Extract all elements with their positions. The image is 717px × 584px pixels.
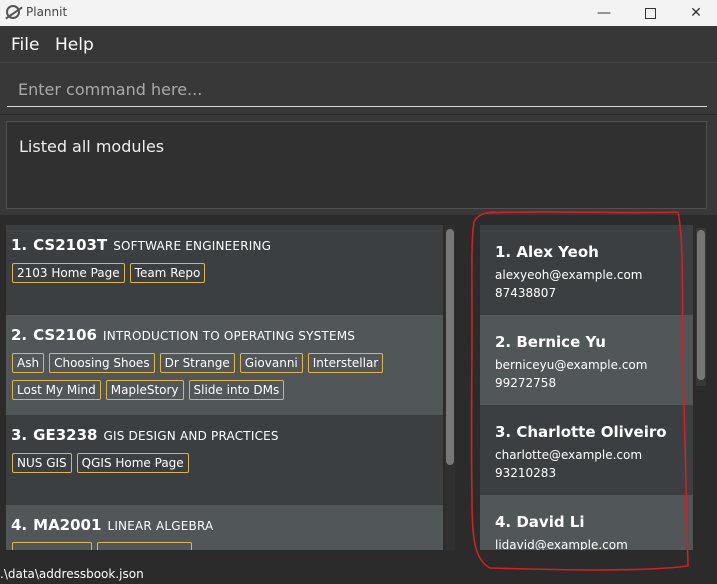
maximize-icon bbox=[644, 8, 656, 19]
module-list-scrollbar[interactable] bbox=[445, 225, 455, 550]
module-tag: 2103 Home Page bbox=[12, 263, 125, 283]
person-phone: 93210283 bbox=[495, 466, 557, 480]
person-card[interactable]: 4. David Li lidavid@example.com bbox=[480, 495, 693, 550]
result-display[interactable]: Listed all modules bbox=[6, 121, 707, 209]
module-title: 3. GE3238 GIS DESIGN AND PRACTICES bbox=[11, 425, 279, 444]
close-button[interactable]: ✕ bbox=[673, 0, 717, 26]
module-card[interactable]: 1. CS2103T SOFTWARE ENGINEERING 2103 Home … bbox=[6, 225, 443, 315]
module-tag: Giovanni bbox=[239, 353, 303, 373]
module-title: 1. CS2103T SOFTWARE ENGINEERING bbox=[11, 235, 271, 254]
list-area: 1. CS2103T SOFTWARE ENGINEERING 2103 Home … bbox=[0, 215, 717, 565]
module-card[interactable]: 2. CS2106 INTRODUCTION TO OPERATING SYSTEM… bbox=[6, 315, 443, 415]
module-code: CS2103T bbox=[33, 236, 108, 254]
module-tag: MapleStory bbox=[105, 380, 184, 400]
person-email: alexyeoh@example.com bbox=[495, 268, 643, 282]
result-display-area: Listed all modules bbox=[0, 115, 717, 215]
title-bar: Plannit — ✕ bbox=[0, 0, 717, 26]
module-code: MA2001 bbox=[33, 516, 102, 534]
person-name: 2. Bernice Yu bbox=[495, 333, 606, 351]
person-email: lidavid@example.com bbox=[495, 538, 628, 550]
module-index: 3. bbox=[11, 426, 28, 444]
module-tag bbox=[97, 542, 192, 550]
module-list[interactable]: 1. CS2103T SOFTWARE ENGINEERING 2103 Home … bbox=[6, 225, 443, 550]
person-card[interactable]: 3. Charlotte Oliveiro charlotte@example.… bbox=[480, 405, 693, 495]
module-index: 2. bbox=[11, 326, 28, 344]
person-card[interactable]: 2. Bernice Yu berniceyu@example.com 9927… bbox=[480, 315, 693, 405]
person-list-scrollbar[interactable] bbox=[696, 228, 706, 386]
person-email: berniceyu@example.com bbox=[495, 358, 648, 372]
person-card[interactable]: 1. Alex Yeoh alexyeoh@example.com 874388… bbox=[480, 225, 693, 315]
module-index: 4. bbox=[11, 516, 28, 534]
window-title: Plannit bbox=[26, 5, 68, 19]
module-title: 4. MA2001 LINEAR ALGEBRA bbox=[11, 515, 213, 534]
module-card[interactable]: 3. GE3238 GIS DESIGN AND PRACTICES NUS GIS… bbox=[6, 415, 443, 505]
person-email: charlotte@example.com bbox=[495, 448, 643, 462]
module-tags: 2103 Home Page Team Repo bbox=[12, 262, 437, 289]
module-code: CS2106 bbox=[33, 326, 97, 344]
module-tags bbox=[12, 542, 437, 550]
module-tag: Interstellar bbox=[307, 353, 384, 373]
module-tag: Lost My Mind bbox=[12, 380, 101, 400]
menu-help[interactable]: Help bbox=[55, 35, 94, 55]
person-list[interactable]: 1. Alex Yeoh alexyeoh@example.com 874388… bbox=[480, 225, 693, 550]
menu-bar: File Help bbox=[0, 26, 717, 63]
module-tag: Ash bbox=[12, 353, 45, 373]
person-phone: 87438807 bbox=[495, 286, 557, 300]
person-name: 1. Alex Yeoh bbox=[495, 243, 599, 261]
result-text: Listed all modules bbox=[19, 137, 165, 156]
person-list-scroll-thumb[interactable] bbox=[697, 230, 705, 380]
module-list-scroll-thumb[interactable] bbox=[446, 229, 454, 465]
module-tags: NUS GIS QGIS Home Page bbox=[12, 452, 437, 479]
command-input[interactable] bbox=[7, 73, 707, 107]
menu-file[interactable]: File bbox=[11, 35, 39, 55]
person-phone: 99272758 bbox=[495, 376, 557, 390]
save-location: .\data\addressbook.json bbox=[0, 567, 144, 581]
minimize-icon: — bbox=[597, 5, 611, 21]
module-name: GIS DESIGN AND PRACTICES bbox=[103, 429, 279, 443]
close-icon: ✕ bbox=[690, 5, 702, 21]
module-code: GE3238 bbox=[33, 426, 98, 444]
planet-icon bbox=[6, 5, 20, 19]
module-tag: Dr Strange bbox=[159, 353, 235, 373]
command-box bbox=[0, 63, 717, 114]
minimize-button[interactable]: — bbox=[581, 0, 627, 26]
status-bar: .\data\addressbook.json bbox=[0, 565, 717, 584]
module-name: INTRODUCTION TO OPERATING SYSTEMS bbox=[102, 329, 356, 343]
module-tag: Choosing Shoes bbox=[49, 353, 155, 373]
module-tag: QGIS Home Page bbox=[76, 453, 189, 473]
person-name: 4. David Li bbox=[495, 513, 585, 531]
person-name: 3. Charlotte Oliveiro bbox=[495, 423, 667, 441]
module-name: SOFTWARE ENGINEERING bbox=[113, 239, 272, 253]
maximize-button[interactable] bbox=[627, 0, 673, 26]
module-tag: Team Repo bbox=[129, 263, 206, 283]
module-name: LINEAR ALGEBRA bbox=[107, 519, 214, 533]
module-tags: Ash Choosing Shoes Dr Strange Giovanni Inter… bbox=[12, 352, 437, 406]
module-tag bbox=[12, 542, 92, 550]
module-tag: NUS GIS bbox=[12, 453, 72, 473]
module-title: 2. CS2106 INTRODUCTION TO OPERATING SYSTEM… bbox=[11, 325, 355, 344]
module-tag: Slide into DMs bbox=[188, 380, 285, 400]
module-card[interactable]: 4. MA2001 LINEAR ALGEBRA bbox=[6, 505, 443, 550]
module-index: 1. bbox=[11, 236, 28, 254]
